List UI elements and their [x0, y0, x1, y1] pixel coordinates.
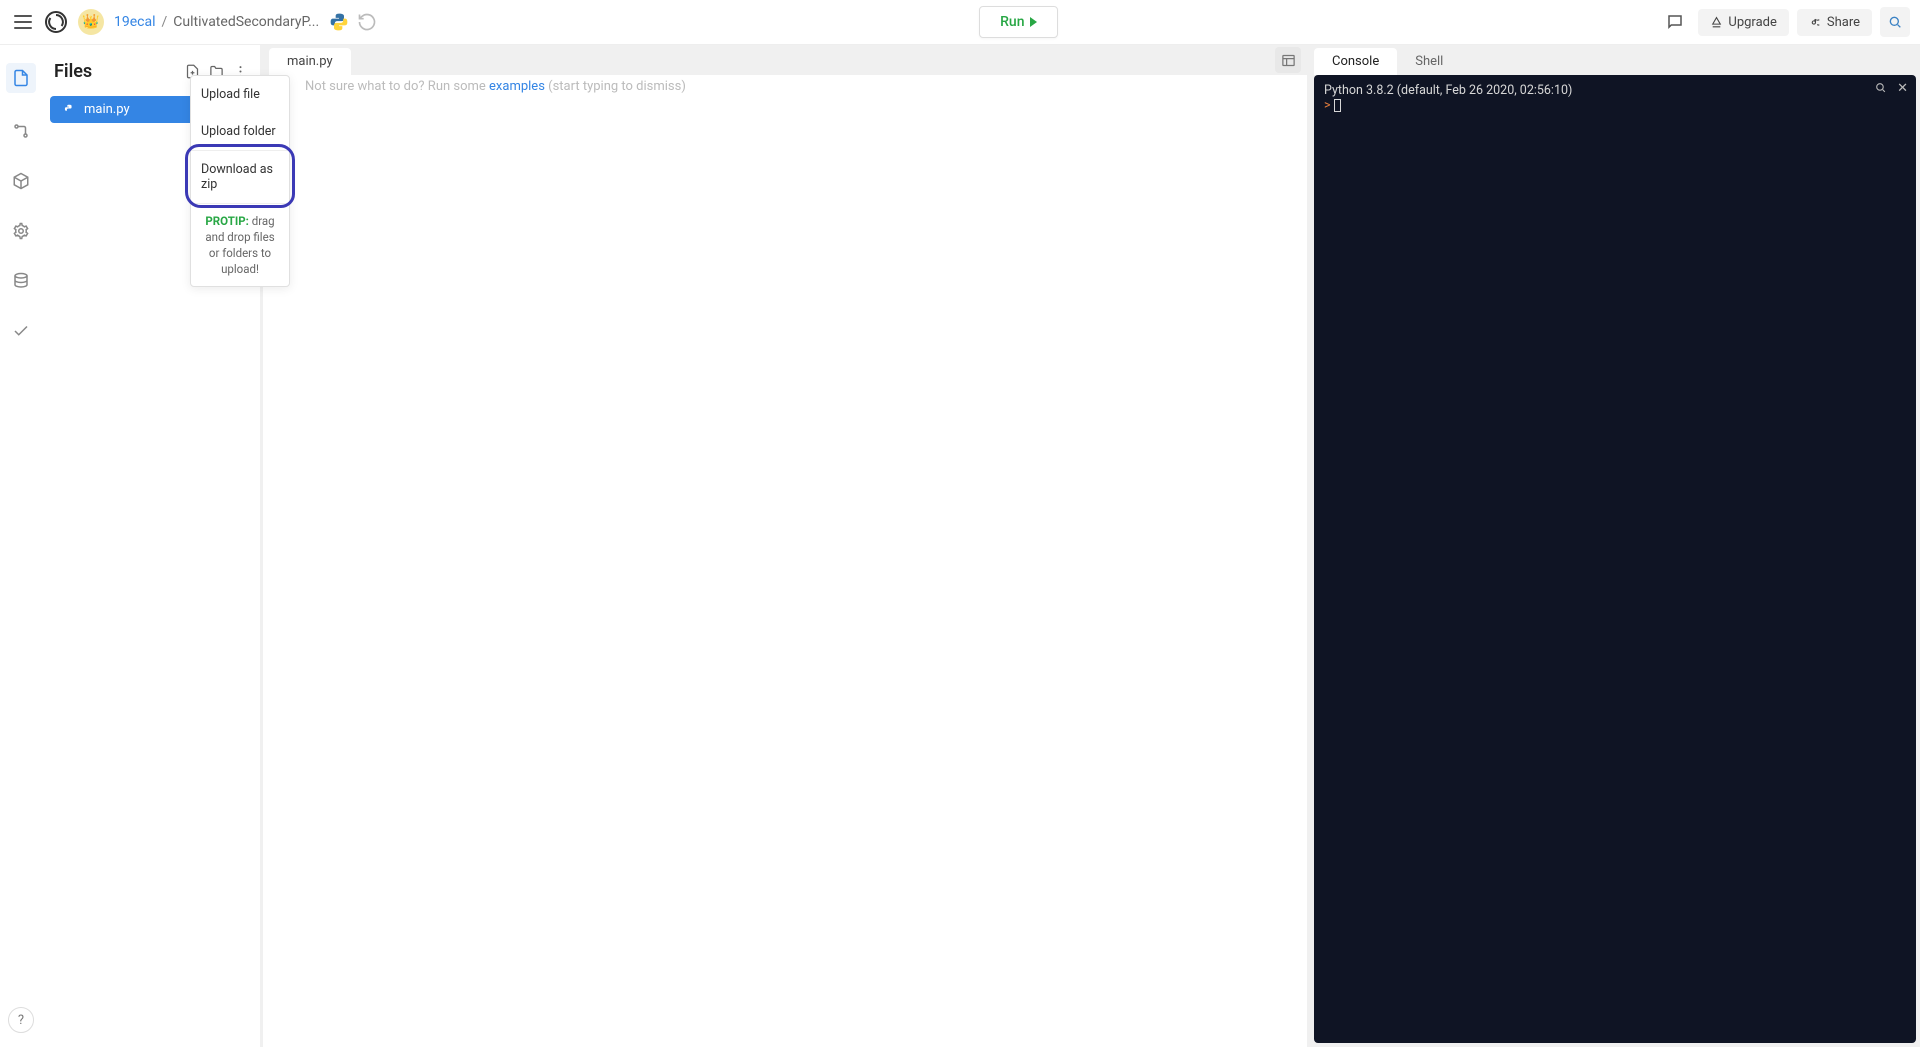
workspace-body: ? Files main.py Upload file Upload folde…: [0, 45, 1920, 1047]
breadcrumb-user[interactable]: 19ecal: [114, 14, 156, 30]
run-button-label: Run: [1000, 14, 1024, 30]
tab-console[interactable]: Console: [1314, 48, 1397, 75]
rail-files-icon[interactable]: [6, 63, 36, 93]
breadcrumb: 19ecal / CultivatedSecondaryP...: [114, 14, 319, 30]
user-avatar[interactable]: 👑: [78, 9, 104, 35]
python-lang-icon[interactable]: [329, 12, 349, 32]
rail-packages-icon[interactable]: [9, 169, 33, 193]
code-area[interactable]: 1 Not sure what to do? Run some examples…: [263, 75, 1307, 1047]
upgrade-button[interactable]: Upgrade: [1698, 9, 1788, 36]
help-button[interactable]: ?: [8, 1007, 34, 1033]
run-button[interactable]: Run: [979, 6, 1058, 38]
files-dropdown: Upload file Upload folder Download as zi…: [190, 75, 290, 287]
search-icon[interactable]: [1880, 7, 1910, 37]
dropdown-upload-file[interactable]: Upload file: [191, 76, 289, 113]
breadcrumb-repl[interactable]: CultivatedSecondaryP...: [173, 14, 319, 30]
dropdown-upload-folder[interactable]: Upload folder: [191, 113, 289, 150]
chat-icon[interactable]: [1660, 7, 1690, 37]
breadcrumb-sep: /: [162, 14, 168, 30]
hamburger-menu-icon[interactable]: [10, 9, 36, 35]
history-icon[interactable]: [357, 12, 377, 32]
code-line-1: Not sure what to do? Run some examples (…: [299, 75, 686, 1047]
editor-tabbar: main.py: [263, 45, 1307, 75]
files-panel: Files main.py Upload file Upload folder …: [42, 45, 260, 1047]
dropdown-download-zip[interactable]: Download as zip: [191, 151, 289, 203]
files-title: Files: [54, 61, 178, 82]
terminal-close-icon[interactable]: ✕: [1897, 81, 1908, 96]
editor-tab-main-py[interactable]: main.py: [269, 48, 351, 75]
share-label: Share: [1827, 15, 1860, 30]
replit-logo-icon[interactable]: [42, 8, 70, 36]
console-panel: Console Shell ✕ Python 3.8.2 (default, F…: [1310, 45, 1920, 1047]
tab-shell[interactable]: Shell: [1397, 48, 1461, 75]
terminal[interactable]: ✕ Python 3.8.2 (default, Feb 26 2020, 02…: [1314, 75, 1916, 1043]
terminal-cursor: [1334, 99, 1341, 112]
terminal-prompt-line: >: [1324, 98, 1906, 113]
editor-panel: main.py 1 Not sure what to do? Run some …: [260, 45, 1310, 1047]
file-item-label: main.py: [84, 102, 130, 117]
share-button[interactable]: Share: [1797, 9, 1872, 36]
dropdown-protip: PROTIP: drag and drop files or folders t…: [191, 204, 289, 286]
console-tabbar: Console Shell: [1310, 45, 1920, 75]
rail-database-icon[interactable]: [9, 269, 33, 293]
topbar-right: Upgrade Share: [1660, 7, 1910, 37]
left-rail: ?: [0, 45, 42, 1047]
terminal-search-icon[interactable]: [1874, 81, 1887, 96]
rail-settings-icon[interactable]: [9, 219, 33, 243]
topbar: 👑 19ecal / CultivatedSecondaryP... Run U…: [0, 0, 1920, 45]
terminal-line-1: Python 3.8.2 (default, Feb 26 2020, 02:5…: [1324, 83, 1906, 98]
protip-label: PROTIP:: [205, 214, 248, 228]
editor-layout-icon[interactable]: [1275, 47, 1301, 73]
terminal-icons: ✕: [1874, 81, 1908, 96]
rail-version-control-icon[interactable]: [9, 119, 33, 143]
play-icon: [1030, 17, 1037, 27]
upgrade-label: Upgrade: [1728, 15, 1776, 30]
rail-check-icon[interactable]: [9, 319, 33, 343]
